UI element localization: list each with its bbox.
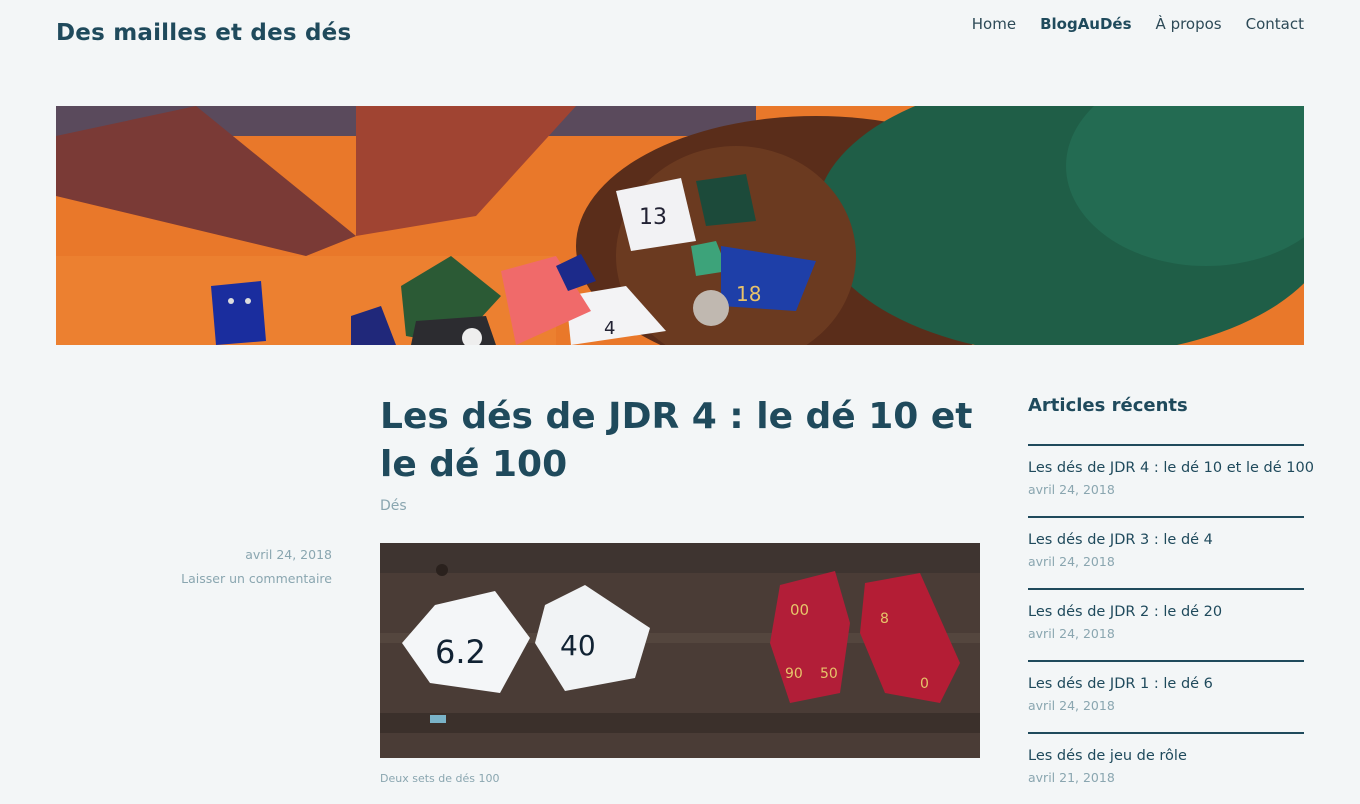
recent-post-link[interactable]: Les dés de JDR 1 : le dé 6: [1028, 676, 1304, 692]
recent-post-item: Les dés de JDR 2 : le dé 20 avril 24, 20…: [1028, 588, 1304, 660]
recent-post-link[interactable]: Les dés de JDR 3 : le dé 4: [1028, 532, 1304, 548]
svg-text:0: 0: [920, 676, 929, 692]
site-title[interactable]: Des mailles et des dés: [56, 20, 351, 46]
recent-post-link[interactable]: Les dés de JDR 4 : le dé 10 et le dé 100: [1028, 460, 1314, 476]
image-caption: Deux sets de dés 100: [380, 772, 500, 785]
sidebar: Articles récents Les dés de JDR 4 : le d…: [1028, 395, 1314, 804]
nav-blogaudes[interactable]: BlogAuDés: [1040, 15, 1131, 33]
main-nav: Home BlogAuDés À propos Contact: [972, 15, 1304, 33]
svg-text:50: 50: [820, 666, 838, 682]
post-title[interactable]: Les dés de JDR 4 : le dé 10 et le dé 100: [380, 393, 980, 489]
nav-a-propos[interactable]: À propos: [1156, 15, 1222, 33]
post-date: avril 24, 2018: [245, 547, 332, 562]
post-category[interactable]: Dés: [380, 498, 407, 514]
nav-home[interactable]: Home: [972, 15, 1016, 33]
recent-post-item: Les dés de JDR 4 : le dé 10 et le dé 100…: [1028, 444, 1314, 516]
svg-text:13: 13: [639, 205, 667, 230]
recent-post-link[interactable]: Les dés de JDR 2 : le dé 20: [1028, 604, 1304, 620]
recent-posts-title: Articles récents: [1028, 395, 1188, 416]
svg-text:4: 4: [604, 318, 615, 339]
svg-text:00: 00: [790, 601, 809, 619]
recent-post-item: Les dés de JDR 3 : le dé 4 avril 24, 201…: [1028, 516, 1304, 588]
nav-contact[interactable]: Contact: [1246, 15, 1304, 33]
recent-post-date: avril 24, 2018: [1028, 482, 1115, 497]
post-image: 6.2 40 00 90 50 8 0: [380, 543, 980, 758]
header-image: 13 18 4: [56, 106, 1304, 345]
recent-post-date: avril 24, 2018: [1028, 554, 1115, 569]
svg-text:8: 8: [880, 611, 889, 627]
recent-post-date: avril 21, 2018: [1028, 770, 1115, 785]
recent-post-item: Les dés de jeu de rôle avril 21, 2018: [1028, 732, 1304, 804]
svg-text:6.2: 6.2: [435, 633, 486, 671]
recent-post-link[interactable]: Les dés de jeu de rôle: [1028, 748, 1304, 764]
svg-text:18: 18: [736, 282, 761, 306]
svg-text:90: 90: [785, 666, 803, 682]
recent-post-date: avril 24, 2018: [1028, 698, 1115, 713]
svg-text:40: 40: [560, 629, 596, 662]
comment-link[interactable]: Laisser un commentaire: [0, 571, 332, 586]
recent-post-date: avril 24, 2018: [1028, 626, 1115, 641]
recent-post-item: Les dés de JDR 1 : le dé 6 avril 24, 201…: [1028, 660, 1304, 732]
